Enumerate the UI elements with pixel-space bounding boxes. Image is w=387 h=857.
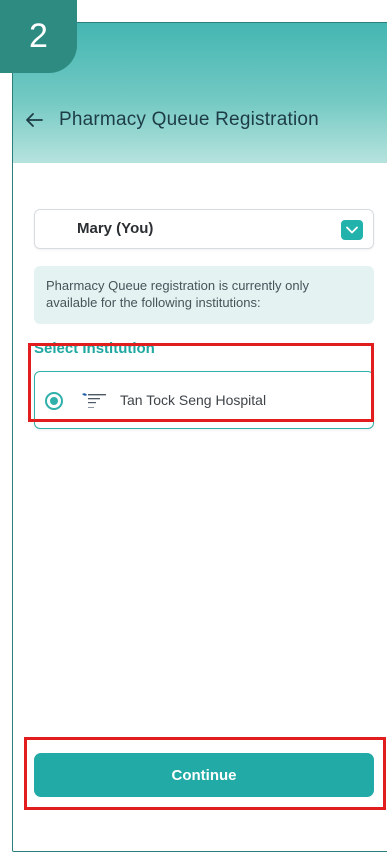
institution-name: Tan Tock Seng Hospital [120,392,267,408]
continue-button[interactable]: Continue [34,753,374,797]
page-title: Pharmacy Queue Registration [59,109,319,130]
step-badge: 2 [0,0,77,73]
chevron-down-icon[interactable] [341,220,363,240]
main-content: Mary (You) Pharmacy Queue registration i… [13,163,387,851]
patient-selected-value: Mary (You) [77,220,154,237]
tan-tock-seng-logo-icon [82,393,106,408]
phone-screen: Pharmacy Queue Registration Mary (You) P… [12,22,387,852]
radio-button[interactable] [45,392,63,410]
header-row: Pharmacy Queue Registration [25,109,319,131]
step-number: 2 [29,17,48,55]
institution-option[interactable]: Tan Tock Seng Hospital [34,371,374,429]
radio-selected-dot [50,397,58,405]
info-notice: Pharmacy Queue registration is currently… [34,266,374,324]
patient-dropdown[interactable]: Mary (You) [34,209,374,249]
back-arrow-icon[interactable] [25,112,43,128]
select-institution-label: Select Institution [34,340,155,357]
